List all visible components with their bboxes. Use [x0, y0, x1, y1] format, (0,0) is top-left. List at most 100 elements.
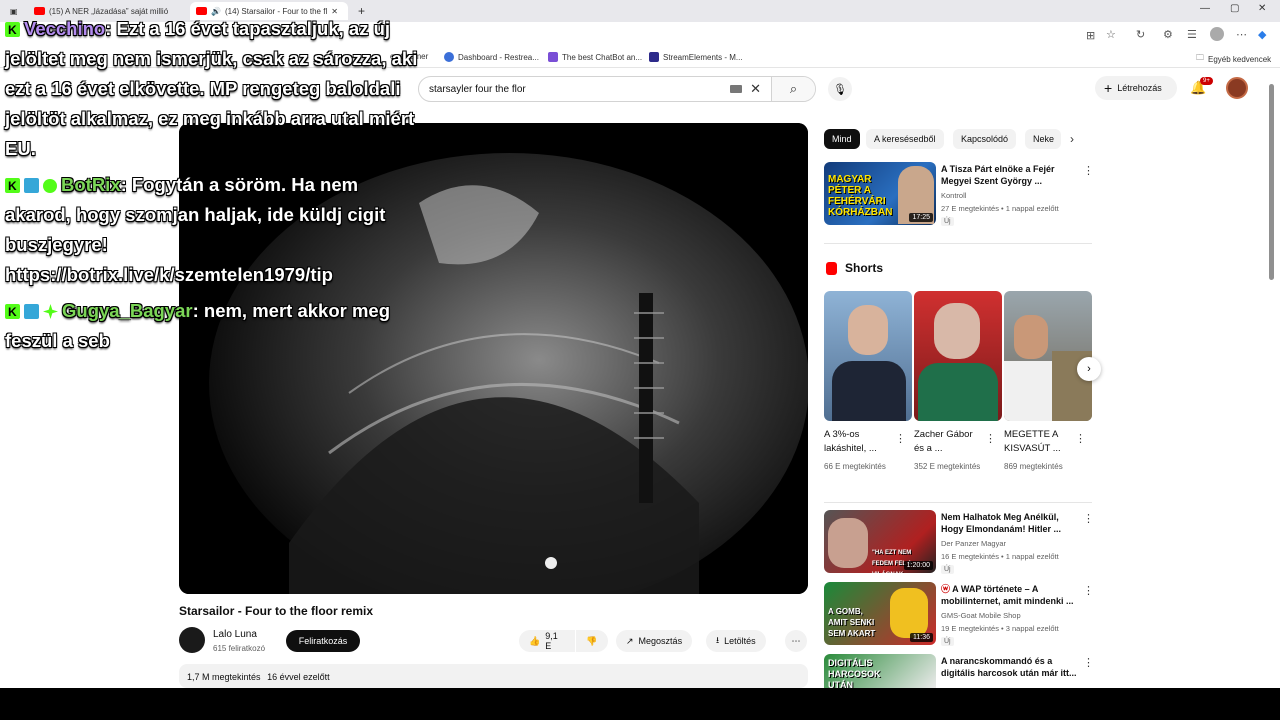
more-actions-button[interactable]: ⋯: [785, 630, 807, 652]
wap-icon: ⓦ: [941, 584, 953, 594]
more-vert-icon[interactable]: ⋮: [1075, 432, 1086, 445]
os-taskbar: [0, 688, 1280, 720]
more-vert-icon[interactable]: ⋮: [1083, 164, 1094, 177]
subscriber-count: 615 feliratkozó: [213, 644, 266, 653]
description-box[interactable]: 1,7 M megtekintés 16 évvel ezelőtt: [179, 664, 808, 688]
chevron-right-icon[interactable]: ›: [1070, 132, 1074, 146]
plus-icon: +: [1104, 80, 1113, 96]
related-thumbnail[interactable]: A GOMB, AMIT SENKI SEM AKART 11:36: [824, 582, 936, 645]
microphone-icon: 🎙: [833, 83, 847, 96]
favorite-star-icon[interactable]: ☆: [1106, 28, 1116, 41]
chat-message: BotRix: Fogytán a söröm. Ha nem akarod, …: [5, 170, 425, 290]
chip-from-search[interactable]: A keresésedből: [866, 129, 944, 149]
minimize-icon[interactable]: —: [1200, 3, 1210, 14]
folder-icon: 🗀: [1196, 53, 1204, 62]
kick-badge-icon: [5, 171, 20, 201]
scrollbar-thumb[interactable]: [1269, 84, 1274, 280]
bookmark-label: Dashboard - Restrea...: [458, 52, 539, 62]
restream-icon: [444, 52, 454, 62]
short-card-1[interactable]: [824, 291, 912, 421]
short-title[interactable]: A 3%-os lakáshitel, ...: [824, 428, 892, 456]
related-title[interactable]: ⓦ A WAP története – A mobilinternet, ami…: [941, 583, 1077, 607]
app-icon[interactable]: ⊞: [1086, 29, 1095, 42]
bookmark-4[interactable]: StreamElements - M...: [649, 52, 743, 62]
chip-for-you[interactable]: Neke: [1025, 129, 1061, 149]
short-card-3[interactable]: [1004, 291, 1092, 421]
dislike-button[interactable]: 👎: [576, 630, 608, 652]
chip-all[interactable]: Mind: [824, 129, 860, 149]
short-views: 352 E megtekintés: [914, 462, 981, 471]
short-face: [934, 303, 980, 359]
download-icon: ⭳: [716, 635, 720, 645]
refresh-icon[interactable]: ↻: [1136, 28, 1145, 41]
divider: [824, 243, 1092, 244]
related-title[interactable]: A Tisza Párt elnöke a Fejér Megyei Szent…: [941, 163, 1077, 187]
verified-badge-icon: [43, 179, 57, 193]
close-window-icon[interactable]: ✕: [1258, 3, 1266, 14]
short-views: 869 megtekintés: [1004, 462, 1063, 471]
more-vert-icon[interactable]: ⋮: [1083, 656, 1094, 669]
channel-avatar[interactable]: [179, 627, 205, 653]
favorites-icon[interactable]: ☰: [1187, 28, 1197, 41]
video-duration: 11:36: [910, 633, 933, 642]
copilot-icon[interactable]: ◆: [1258, 28, 1266, 41]
short-title[interactable]: MEGETTE A KISVASÚT ...: [1004, 428, 1072, 456]
new-badge: Új: [941, 217, 954, 226]
more-vert-icon[interactable]: ⋮: [895, 432, 906, 445]
related-title[interactable]: A narancskommandó és a digitális harcoso…: [941, 655, 1077, 679]
share-button[interactable]: ↗ Megosztás: [616, 630, 693, 652]
extensions-icon[interactable]: ⚙: [1163, 28, 1173, 41]
stream-chat-overlay: Vecchino: Ezt a 16 évet tapasztaljuk, az…: [5, 14, 425, 362]
download-button[interactable]: ⭳ Letöltés: [706, 630, 766, 652]
more-vert-icon[interactable]: ⋮: [985, 432, 996, 445]
thumbnail-text: DIGITÁLIS HARCOSOK UTÁN: [828, 658, 881, 688]
search-button[interactable]: ⌕: [771, 77, 815, 101]
related-title[interactable]: Nem Halhatok Meg Anélkül, Hogy Elmondaná…: [941, 511, 1077, 535]
streamelements-icon: [649, 52, 659, 62]
thumbnail-text: MAGYAR PÉTER A FEHÉRVÁRI KÓRHÁZBAN: [828, 174, 893, 218]
short-title[interactable]: Zacher Gábor és a ...: [914, 428, 982, 456]
like-button[interactable]: 👍 9,1 E: [519, 630, 575, 652]
video-title: Starsailor - Four to the floor remix: [179, 604, 374, 618]
subscribe-button[interactable]: Feliratkozás: [286, 630, 360, 652]
other-favorites[interactable]: 🗀 Egyéb kedvencek: [1196, 52, 1271, 66]
short-views: 66 E megtekintés: [824, 462, 886, 471]
account-avatar[interactable]: [1226, 77, 1248, 99]
thumbnail-text: A GOMB, AMIT SENKI SEM AKART: [828, 607, 876, 638]
chat-username: BotRix: [61, 174, 121, 195]
more-vert-icon[interactable]: ⋮: [1083, 512, 1094, 525]
related-channel[interactable]: Kontroll: [941, 189, 1081, 202]
maximize-icon[interactable]: ▢: [1230, 3, 1239, 14]
related-thumbnail[interactable]: MAGYAR PÉTER A FEHÉRVÁRI KÓRHÁZBAN 17:25: [824, 162, 936, 225]
kick-badge-icon: [5, 15, 20, 45]
related-channel[interactable]: Der Panzer Magyar: [941, 537, 1081, 550]
share-label: Megosztás: [638, 636, 683, 646]
related-thumbnail[interactable]: DIGITÁLIS HARCOSOK UTÁN: [824, 654, 936, 688]
related-thumbnail[interactable]: "HA EZT NEM FEDEM FEL A VILÁGNAK 1:20:00: [824, 510, 936, 573]
bookmark-label: Egyéb kedvencek: [1208, 54, 1272, 64]
microphone-button[interactable]: 🎙: [828, 77, 852, 101]
more-vert-icon[interactable]: ⋮: [1083, 584, 1094, 597]
chat-username: Vecchino: [24, 18, 106, 39]
more-icon[interactable]: ⋯: [1236, 28, 1247, 41]
short-face: [848, 305, 888, 355]
bookmark-3[interactable]: The best ChatBot an...: [548, 52, 642, 62]
related-channel[interactable]: GMS-Goat Mobile Shop: [941, 609, 1081, 622]
chip-related[interactable]: Kapcsolódó: [953, 129, 1017, 149]
shorts-icon: [826, 262, 837, 275]
keyboard-icon[interactable]: [730, 85, 743, 93]
notifications-button[interactable]: 🔔 9+: [1190, 77, 1213, 96]
chat-message: Vecchino: Ezt a 16 évet tapasztaljuk, az…: [5, 14, 425, 164]
short-body: [918, 363, 998, 421]
related-title-text: A WAP története – A mobilinternet, amit …: [941, 584, 1074, 606]
search-box[interactable]: starsayler four the flor ✕ ⌕: [418, 76, 816, 102]
short-card-2[interactable]: [914, 291, 1002, 421]
shorts-next-button[interactable]: ›: [1077, 357, 1101, 381]
bookmark-2[interactable]: Dashboard - Restrea...: [444, 52, 539, 62]
search-input[interactable]: starsayler four the flor: [429, 84, 730, 95]
clear-search-icon[interactable]: ✕: [750, 81, 761, 97]
create-button[interactable]: + Létrehozás: [1095, 76, 1177, 100]
profile-avatar[interactable]: [1210, 27, 1224, 41]
divider: [824, 502, 1092, 503]
channel-name[interactable]: Lalo Luna: [213, 629, 257, 640]
